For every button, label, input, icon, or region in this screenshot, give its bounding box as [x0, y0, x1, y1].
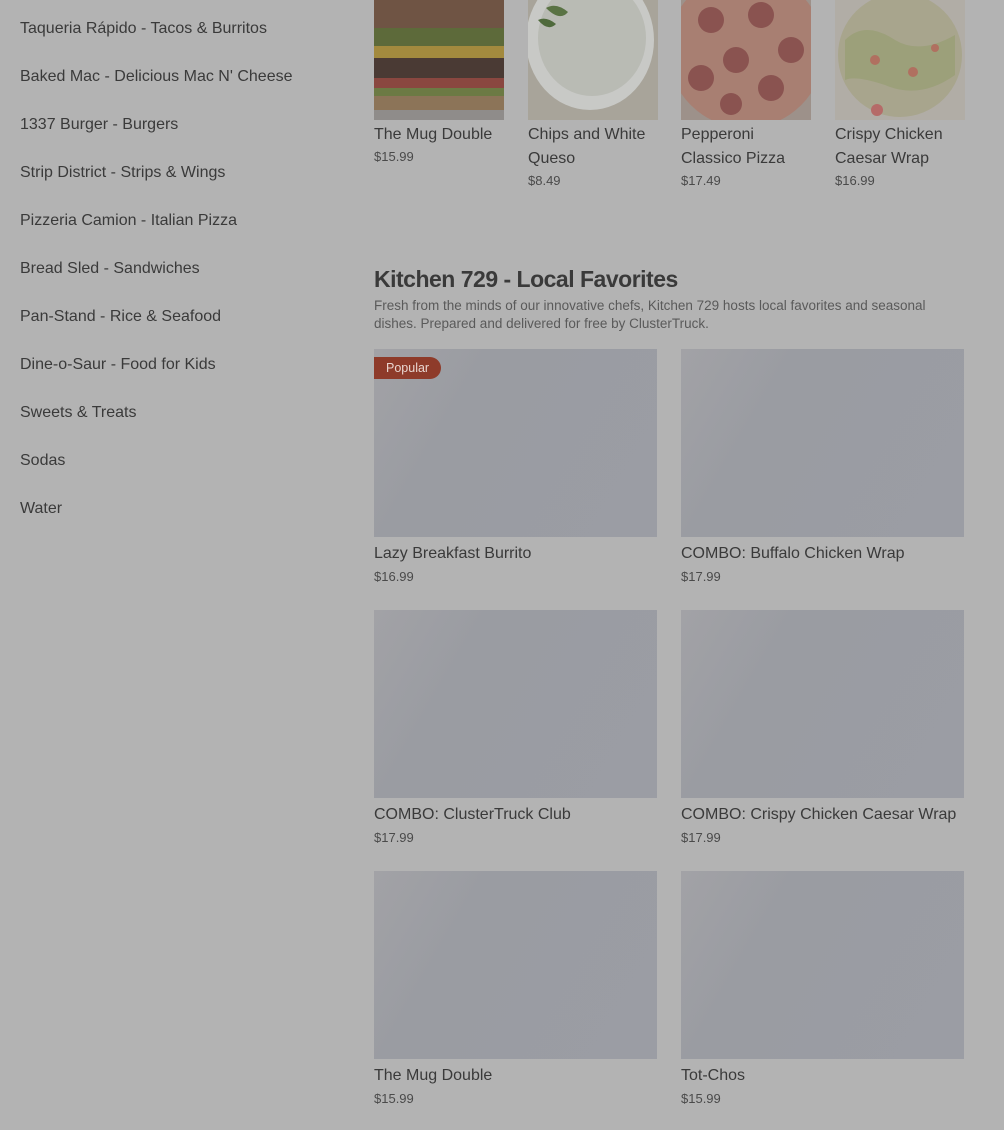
- sidebar-item-water[interactable]: Water: [20, 499, 62, 519]
- section-title: Kitchen 729 - Local Favorites: [374, 266, 678, 292]
- queso-image: [528, 0, 658, 120]
- section-description: Fresh from the minds of our innovative c…: [374, 298, 926, 331]
- menu-item-card[interactable]: Chips and White Queso $8.49: [528, 0, 658, 188]
- menu-item-price: $15.99: [681, 1091, 721, 1106]
- menu-item-price: $8.49: [528, 173, 561, 188]
- menu-item-card[interactable]: COMBO: Crispy Chicken Caesar Wrap $17.99: [681, 610, 964, 845]
- menu-item-card[interactable]: COMBO: Buffalo Chicken Wrap $17.99: [681, 349, 964, 584]
- sidebar-item-bread-sled[interactable]: Bread Sled - Sandwiches: [20, 259, 200, 279]
- menu-item-name: The Mug Double: [374, 1067, 493, 1084]
- menu-item-name: Crispy Chicken Caesar Wrap: [835, 126, 943, 167]
- menu-item-price: $17.99: [374, 830, 414, 845]
- item-image-placeholder: [374, 610, 657, 798]
- sidebar-item-dine-o-saur[interactable]: Dine-o-Saur - Food for Kids: [20, 355, 216, 375]
- menu-item-price: $17.99: [681, 569, 721, 584]
- menu-item-card[interactable]: The Mug Double $15.99: [374, 0, 504, 164]
- menu-item-card[interactable]: COMBO: ClusterTruck Club $17.99: [374, 610, 657, 845]
- sidebar-item-baked-mac[interactable]: Baked Mac - Delicious Mac N' Cheese: [20, 67, 293, 87]
- menu-item-name: COMBO: Crispy Chicken Caesar Wrap: [681, 806, 957, 823]
- menu-item-name: Lazy Breakfast Burrito: [374, 545, 532, 562]
- menu-item-card[interactable]: Crispy Chicken Caesar Wrap $16.99: [835, 0, 965, 188]
- wrap-image: [835, 0, 965, 120]
- sidebar-item-pan-stand[interactable]: Pan-Stand - Rice & Seafood: [20, 307, 221, 327]
- menu-item-price: $15.99: [374, 1091, 414, 1106]
- item-image-placeholder: [681, 610, 964, 798]
- menu-item-name: Pepperoni Classico Pizza: [681, 126, 786, 167]
- menu-item-name: COMBO: Buffalo Chicken Wrap: [681, 545, 905, 562]
- menu-item-name: The Mug Double: [374, 126, 493, 143]
- sidebar-item-strip-district[interactable]: Strip District - Strips & Wings: [20, 163, 225, 183]
- menu-item-price: $17.99: [681, 830, 721, 845]
- menu-item-price: $17.49: [681, 173, 721, 188]
- sidebar-item-sweets-treats[interactable]: Sweets & Treats: [20, 403, 137, 423]
- sidebar-item-taqueria[interactable]: Taqueria Rápido - Tacos & Burritos: [20, 19, 267, 39]
- item-image-placeholder: Popular: [374, 349, 657, 537]
- item-image-placeholder: [374, 871, 657, 1059]
- menu-item-name: COMBO: ClusterTruck Club: [374, 806, 571, 823]
- menu-item-price: $15.99: [374, 149, 414, 164]
- menu-item-name: Tot-Chos: [681, 1067, 746, 1084]
- item-image-placeholder: [681, 349, 964, 537]
- menu-item-price: $16.99: [374, 569, 414, 584]
- menu-item-card[interactable]: The Mug Double $15.99: [374, 871, 657, 1106]
- menu-item-card[interactable]: Pepperoni Classico Pizza $17.49: [681, 0, 811, 188]
- burger-image: [374, 0, 504, 120]
- sidebar-item-pizzeria-camion[interactable]: Pizzeria Camion - Italian Pizza: [20, 211, 237, 231]
- menu-item-card[interactable]: Tot-Chos $15.99: [681, 871, 964, 1106]
- sidebar-item-sodas[interactable]: Sodas: [20, 451, 65, 471]
- sidebar-item-1337-burger[interactable]: 1337 Burger - Burgers: [20, 115, 178, 135]
- menu-item-name: Chips and White Queso: [528, 126, 646, 167]
- menu-item-card[interactable]: Popular Lazy Breakfast Burrito $16.99: [374, 349, 657, 584]
- item-image-placeholder: [681, 871, 964, 1059]
- pizza-image: [681, 0, 811, 120]
- popular-badge: Popular: [374, 357, 442, 379]
- menu-item-price: $16.99: [835, 173, 875, 188]
